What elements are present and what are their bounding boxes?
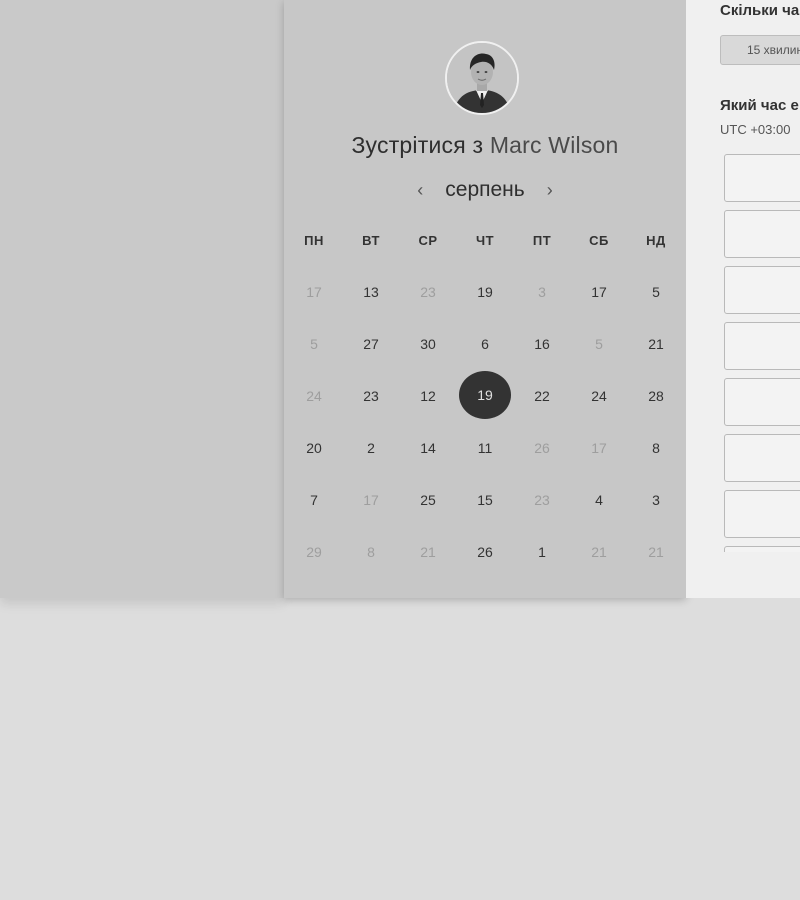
calendar-day: 23 <box>534 492 550 508</box>
calendar-day[interactable]: 30 <box>408 332 448 356</box>
calendar-day[interactable]: 23 <box>351 384 391 408</box>
meeting-title: Зустрітися з Marc Wilson <box>284 132 686 159</box>
calendar-day: 29 <box>306 544 322 560</box>
time-slot-list <box>724 154 800 552</box>
calendar-day[interactable]: 8 <box>636 436 676 460</box>
current-month-label: серпень <box>445 178 525 201</box>
calendar-day[interactable]: 25 <box>408 488 448 512</box>
month-navigation: ‹ серпень › <box>284 176 686 204</box>
calendar-day[interactable]: 1 <box>522 540 562 564</box>
calendar-day: 5 <box>595 336 603 352</box>
meeting-title-prefix: Зустрітися з <box>351 132 484 158</box>
left-background-panel <box>0 0 284 598</box>
weekday-label: ЧТ <box>475 233 495 248</box>
booking-page: Зустрітися з Marc Wilson ‹ серпень › ПН В… <box>0 0 800 900</box>
calendar-panel: Зустрітися з Marc Wilson ‹ серпень › ПН В… <box>284 0 686 598</box>
time-heading: Який час е <box>720 97 799 114</box>
duration-select[interactable]: 15 хвилин <box>720 35 800 65</box>
calendar-day[interactable]: 2 <box>351 436 391 460</box>
host-name: Marc Wilson <box>489 132 619 158</box>
calendar-day[interactable]: 26 <box>465 540 505 564</box>
calendar-day[interactable]: 5 <box>636 280 676 304</box>
calendar-day[interactable]: 24 <box>579 384 619 408</box>
calendar-day[interactable]: 16 <box>522 332 562 356</box>
calendar-day: 24 <box>306 388 322 404</box>
calendar-day[interactable]: 7 <box>294 488 334 512</box>
calendar-day[interactable]: 6 <box>465 332 505 356</box>
calendar-day: 17 <box>306 284 322 300</box>
calendar-day[interactable]: 27 <box>351 332 391 356</box>
time-slot-button[interactable] <box>724 154 800 202</box>
time-slot-button[interactable] <box>724 322 800 370</box>
calendar-day-selected[interactable]: 19 <box>459 371 511 419</box>
calendar-day: 21 <box>420 544 436 560</box>
calendar-day[interactable]: 19 <box>465 280 505 304</box>
next-month-chevron-icon[interactable]: › <box>543 180 557 200</box>
time-slot-button[interactable] <box>724 210 800 258</box>
calendar-day[interactable]: 4 <box>579 488 619 512</box>
timezone-label: UTC +03:00 <box>720 122 791 137</box>
calendar-day[interactable]: 21 <box>636 332 676 356</box>
calendar-day: 23 <box>420 284 436 300</box>
weekday-label: ПТ <box>532 233 552 248</box>
time-slot-button[interactable] <box>724 434 800 482</box>
calendar-day: 8 <box>367 544 375 560</box>
calendar-day[interactable]: 20 <box>294 436 334 460</box>
calendar-day[interactable]: 12 <box>408 384 448 408</box>
prev-month-chevron-icon[interactable]: ‹ <box>413 180 427 200</box>
time-slot-button[interactable] <box>724 490 800 538</box>
calendar-day: 26 <box>534 440 550 456</box>
calendar-day[interactable]: 22 <box>522 384 562 408</box>
calendar-day[interactable]: 28 <box>636 384 676 408</box>
time-slot-button[interactable] <box>724 266 800 314</box>
calendar-day[interactable]: 11 <box>465 436 505 460</box>
weekday-label: ПН <box>304 233 324 248</box>
calendar-day: 5 <box>310 336 318 352</box>
calendar-day: 21 <box>591 544 607 560</box>
calendar-day: 17 <box>363 492 379 508</box>
calendar-day: 21 <box>648 544 664 560</box>
calendar-day: 3 <box>538 284 546 300</box>
weekday-label: СБ <box>589 233 609 248</box>
weekday-label: ВТ <box>362 233 380 248</box>
duration-heading: Скільки ча <box>720 2 800 19</box>
calendar-day: 17 <box>591 440 607 456</box>
time-slot-button[interactable] <box>724 546 800 552</box>
calendar-day[interactable]: 15 <box>465 488 505 512</box>
host-photo-icon <box>447 43 517 113</box>
calendar-day[interactable]: 14 <box>408 436 448 460</box>
weekday-label: СР <box>418 233 438 248</box>
calendar-day[interactable]: 13 <box>351 280 391 304</box>
calendar-day[interactable]: 3 <box>636 488 676 512</box>
calendar-day[interactable]: 17 <box>579 280 619 304</box>
booking-options-panel: Скільки ча 15 хвилин Який час е UTC +03:… <box>686 0 800 598</box>
time-slot-button[interactable] <box>724 378 800 426</box>
weekday-label: НД <box>646 233 666 248</box>
host-avatar <box>445 41 519 115</box>
